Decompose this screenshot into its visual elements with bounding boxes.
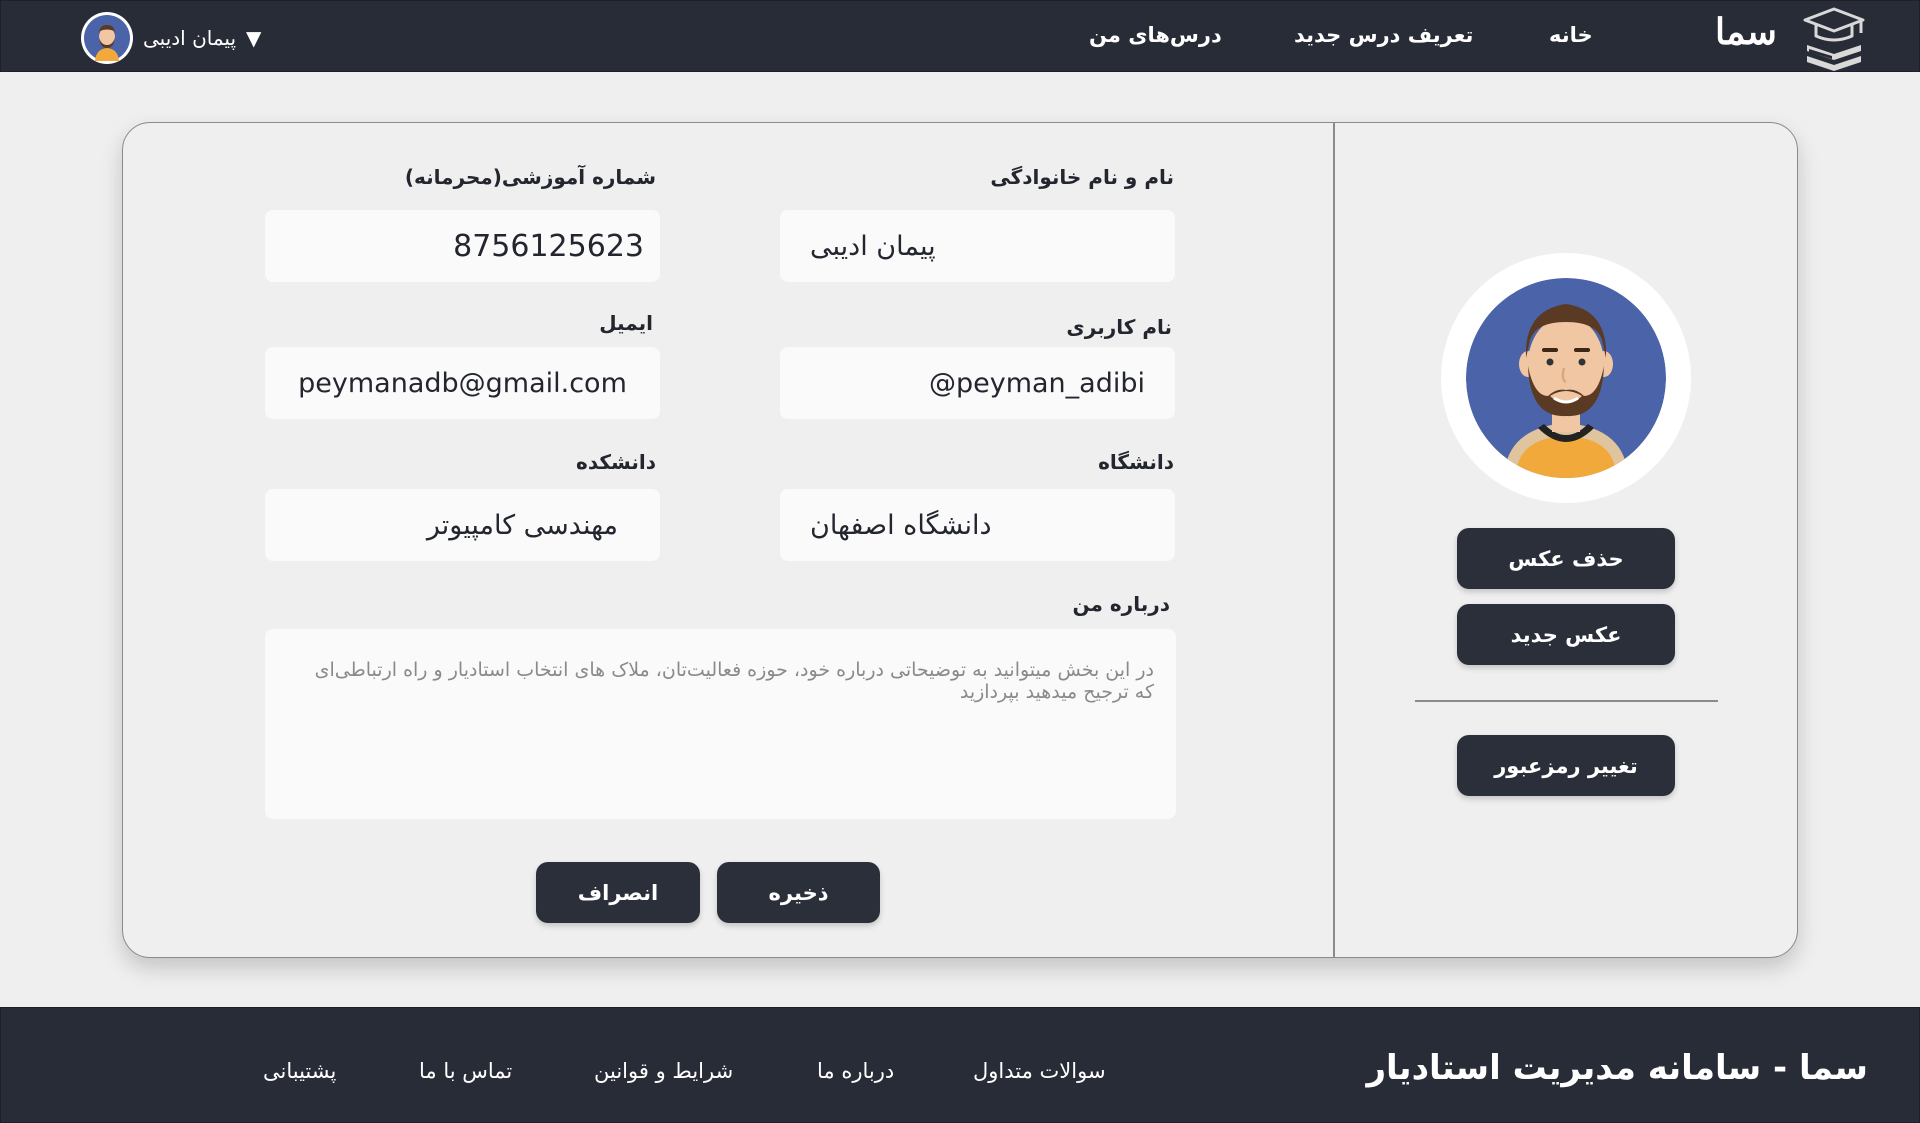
- cancel-button[interactable]: انصراف: [536, 862, 700, 923]
- nav-my-courses-link[interactable]: درس‌های من: [1089, 23, 1222, 47]
- faculty-field[interactable]: مهندسی کامپیوتر: [265, 489, 660, 561]
- faculty-value: مهندسی کامپیوتر: [426, 509, 618, 541]
- full-name-value: پیمان ادیبی: [810, 230, 936, 262]
- nav-new-course-link[interactable]: تعریف درس جدید: [1294, 23, 1473, 47]
- delete-photo-button[interactable]: حذف عکس: [1457, 528, 1675, 589]
- footer-link-about[interactable]: درباره ما: [817, 1059, 894, 1083]
- student-id-field[interactable]: 8756125623: [265, 210, 660, 282]
- email-field[interactable]: peymanadb@gmail.com: [265, 347, 660, 419]
- user-menu[interactable]: پیمان ادیبی ▼: [81, 12, 281, 64]
- new-photo-button[interactable]: عکس جدید: [1457, 604, 1675, 665]
- top-navbar: سما خانه تعریف درس جدید درس‌های من پیمان…: [0, 0, 1920, 72]
- university-value: دانشگاه اصفهان: [810, 509, 992, 541]
- footer-title: سما - سامانه مدیریت استادیار: [1366, 1048, 1868, 1088]
- about-me-textarea[interactable]: در این بخش میتوانید به توضیحاتی درباره خ…: [265, 629, 1176, 819]
- student-id-label: شماره آموزشی(محرمانه): [404, 165, 656, 189]
- footer: سما - سامانه مدیریت استادیار سوالات متدا…: [0, 1007, 1920, 1123]
- profile-avatar-icon: [1466, 278, 1666, 478]
- user-name: پیمان ادیبی: [143, 26, 237, 50]
- username-label: نام کاربری: [1066, 315, 1172, 339]
- footer-link-support[interactable]: پشتیبانی: [263, 1059, 336, 1083]
- university-label: دانشگاه: [1098, 450, 1174, 474]
- university-field[interactable]: دانشگاه اصفهان: [780, 489, 1175, 561]
- username-field[interactable]: @peyman_adibi: [780, 347, 1175, 419]
- about-me-label: درباره من: [1072, 592, 1170, 616]
- sidebar-divider: [1415, 700, 1718, 702]
- username-value: @peyman_adibi: [928, 367, 1145, 399]
- user-avatar-icon: [81, 12, 133, 64]
- email-value: peymanadb@gmail.com: [298, 367, 627, 399]
- profile-photo: [1441, 253, 1691, 503]
- full-name-label: نام و نام خانوادگی: [990, 165, 1174, 189]
- graduation-cap-books-icon[interactable]: [1799, 3, 1869, 73]
- footer-link-contact[interactable]: تماس با ما: [419, 1059, 512, 1083]
- nav-home-link[interactable]: خانه: [1549, 23, 1593, 47]
- footer-link-faq[interactable]: سوالات متداول: [973, 1059, 1106, 1083]
- change-password-button[interactable]: تغییر رمزعبور: [1457, 735, 1675, 796]
- full-name-field[interactable]: پیمان ادیبی: [780, 210, 1175, 282]
- brand-logo-text[interactable]: سما: [1701, 11, 1791, 53]
- save-button[interactable]: ذخیره: [717, 862, 880, 923]
- faculty-label: دانشکده: [576, 450, 656, 474]
- student-id-value: 8756125623: [453, 228, 644, 264]
- footer-link-terms[interactable]: شرایط و قوانین: [594, 1059, 733, 1083]
- card-vertical-divider: [1333, 123, 1335, 957]
- email-label: ایمیل: [599, 311, 653, 335]
- about-me-placeholder: در این بخش میتوانید به توضیحاتی درباره خ…: [314, 659, 1154, 703]
- chevron-down-icon[interactable]: ▼: [246, 26, 261, 50]
